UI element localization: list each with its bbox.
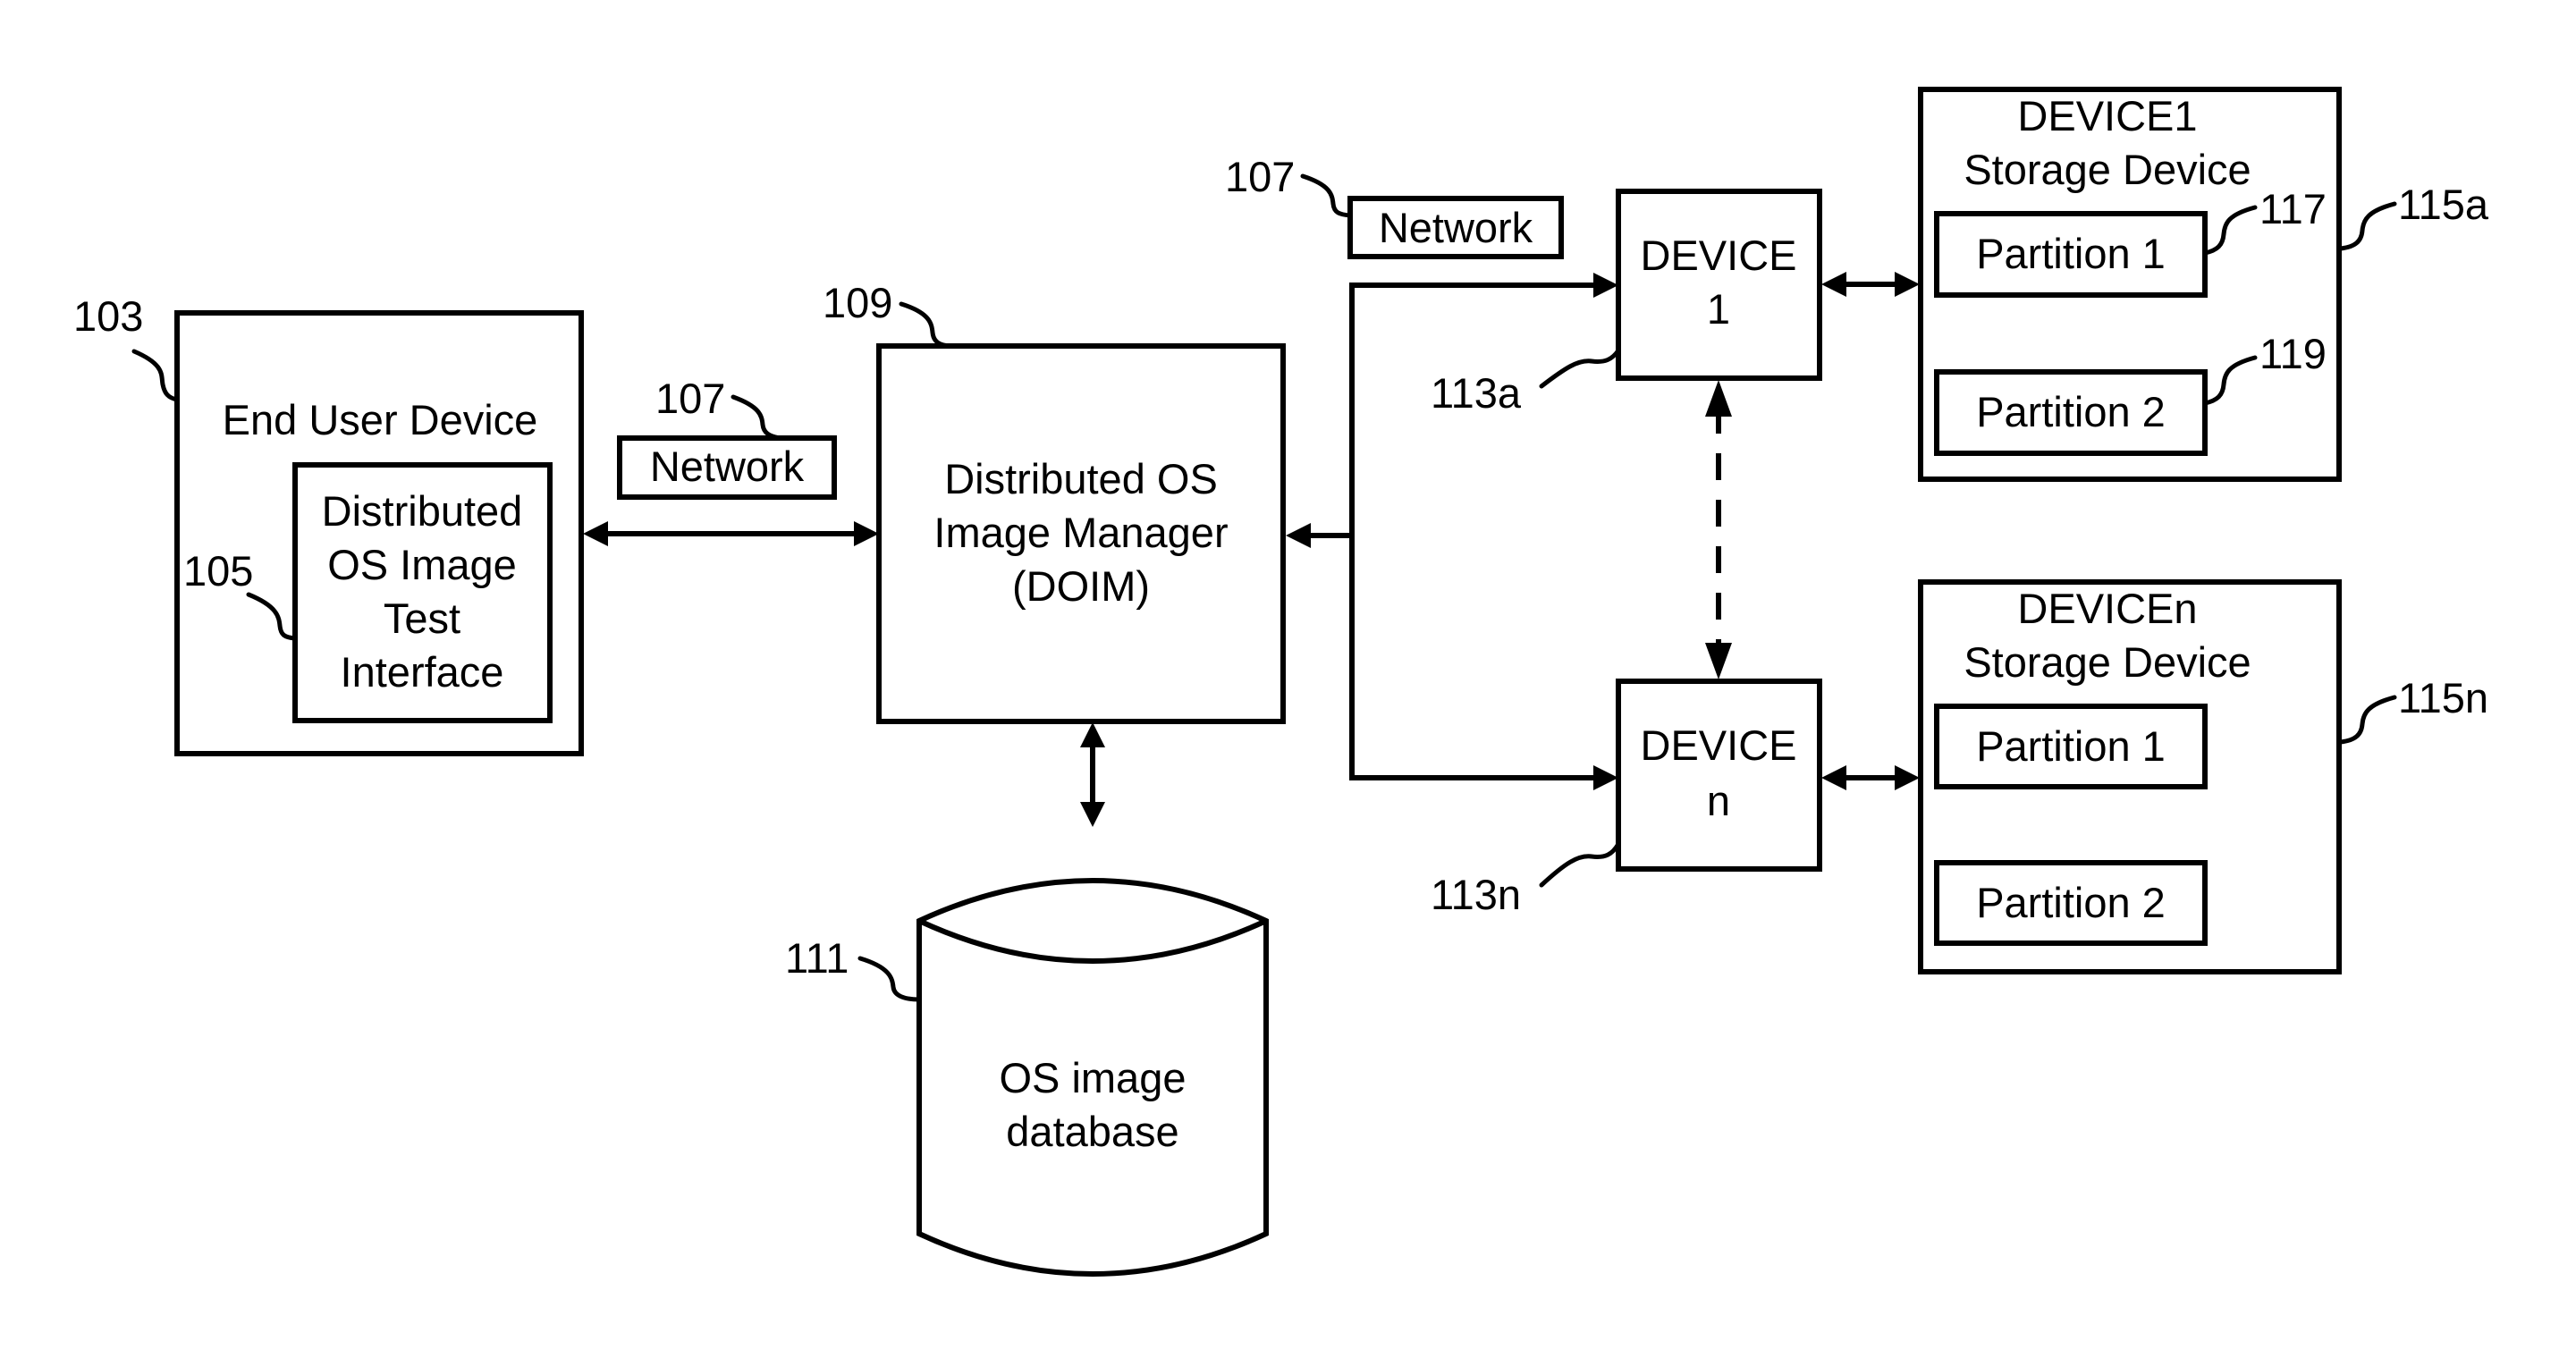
leader-107-right xyxy=(1300,173,1353,218)
leader-107-left xyxy=(731,394,782,441)
leader-111 xyxy=(857,956,922,1002)
arrowhead-to-storagen xyxy=(1895,765,1920,790)
leader-115n xyxy=(2338,695,2397,745)
storage-n-partition-2-label: Partition 2 xyxy=(1976,879,2166,926)
ref-115n: 115n xyxy=(2398,674,2488,721)
arrowhead-to-doim xyxy=(854,521,879,546)
ref-107-right: 107 xyxy=(1225,153,1295,200)
ref-107-left: 107 xyxy=(655,375,725,422)
network-left: Network 107 xyxy=(617,375,837,500)
storage-n-line-2: Storage Device xyxy=(1964,638,2251,686)
storage-device-n: DEVICEn Storage Device Partition 1 Parti… xyxy=(1918,579,2488,974)
device-n-box xyxy=(1616,679,1822,872)
network-right: Network 107 xyxy=(1225,153,1564,259)
ref-113n: 113n xyxy=(1431,871,1521,918)
test-interface-line-1: Distributed xyxy=(322,487,523,535)
device-1-line-1: DEVICE xyxy=(1641,232,1797,279)
device-n-line-1: DEVICE xyxy=(1641,721,1797,769)
eud-doim-connector xyxy=(583,521,879,546)
ref-103: 103 xyxy=(73,292,143,340)
arrowhead-to-storage1 xyxy=(1895,272,1920,297)
arrowhead-bus-to-device1 xyxy=(1593,273,1618,298)
storage-1-line-1: DEVICE1 xyxy=(2017,92,2197,139)
database-line-2: database xyxy=(1006,1108,1178,1155)
end-user-device: End User Device 103 Distributed OS Image… xyxy=(73,292,584,756)
os-image-database: OS image database 111 xyxy=(785,878,1269,1277)
device-1-line-2: 1 xyxy=(1707,285,1730,333)
ref-105: 105 xyxy=(183,547,253,595)
storage-1-partition-2-label: Partition 2 xyxy=(1976,388,2166,435)
ref-113a: 113a xyxy=(1431,369,1522,417)
arrowhead-bus-to-doim xyxy=(1286,523,1311,548)
ref-109: 109 xyxy=(823,279,892,326)
network-right-label: Network xyxy=(1379,204,1533,251)
arrowhead-bus-to-devicen xyxy=(1593,765,1618,790)
leader-113n xyxy=(1539,841,1621,888)
system-diagram: End User Device 103 Distributed OS Image… xyxy=(73,87,2489,1277)
leader-113a xyxy=(1539,348,1621,389)
network-bus xyxy=(1286,273,1618,790)
arrowhead-to-device1-right xyxy=(1821,272,1846,297)
test-interface-line-4: Interface xyxy=(341,648,504,696)
arrowhead-to-devicen xyxy=(1705,643,1732,679)
doim-line-3: (DOIM) xyxy=(1012,562,1150,610)
doim-line-2: Image Manager xyxy=(933,509,1228,556)
end-user-device-label: End User Device xyxy=(223,396,538,443)
device-n-line-2: n xyxy=(1707,777,1730,824)
device-peer-connector xyxy=(1705,380,1732,679)
arrowhead-to-device1 xyxy=(1705,380,1732,417)
doim-db-connector xyxy=(1080,722,1105,827)
ref-119: 119 xyxy=(2259,330,2327,377)
ref-111: 111 xyxy=(785,934,849,982)
leader-103 xyxy=(131,349,180,402)
device-n: DEVICE n 113n xyxy=(1431,679,1822,918)
test-interface-line-2: OS Image xyxy=(327,541,517,588)
storage-1-partition-1-label: Partition 1 xyxy=(1976,230,2166,277)
devicen-storagen-connector xyxy=(1821,765,1920,790)
doim: Distributed OS Image Manager (DOIM) 109 xyxy=(823,279,1286,724)
arrowhead-to-eud xyxy=(583,521,608,546)
arrowhead-to-db xyxy=(1080,802,1105,827)
storage-n-line-1: DEVICEn xyxy=(2017,585,2197,632)
storage-1-line-2: Storage Device xyxy=(1964,146,2251,193)
leader-109 xyxy=(899,301,952,349)
device1-storage1-connector xyxy=(1821,272,1920,297)
leader-115a xyxy=(2338,201,2397,251)
ref-115a: 115a xyxy=(2398,181,2489,228)
storage-device-1: DEVICE1 Storage Device Partition 1 117 P… xyxy=(1918,87,2489,482)
network-left-label: Network xyxy=(650,443,805,490)
arrowhead-to-devicen-right xyxy=(1821,765,1846,790)
storage-n-partition-1-label: Partition 1 xyxy=(1976,722,2166,770)
ref-117: 117 xyxy=(2259,185,2327,232)
doim-line-1: Distributed OS xyxy=(944,455,1218,502)
test-interface-line-3: Test xyxy=(384,595,460,642)
database-line-1: OS image xyxy=(1000,1054,1187,1101)
arrowhead-to-doim-bottom xyxy=(1080,722,1105,747)
bus-line xyxy=(1349,283,1599,780)
